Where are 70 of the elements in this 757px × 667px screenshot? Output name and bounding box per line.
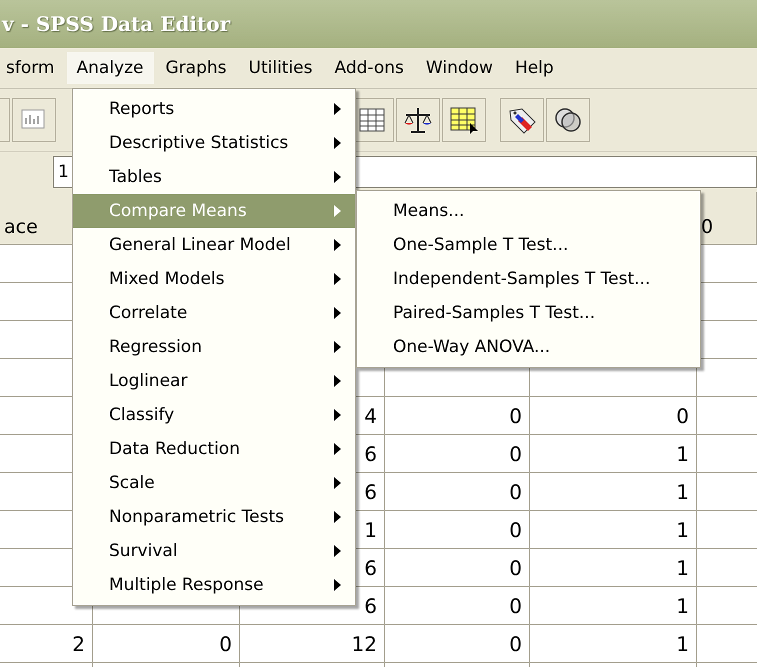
submenu-arrow-icon bbox=[334, 545, 341, 557]
menu-item[interactable]: Paired-Samples T Test... bbox=[357, 296, 700, 330]
submenu-arrow-icon bbox=[334, 409, 341, 421]
menu-item[interactable]: One-Way ANOVA... bbox=[357, 330, 700, 364]
submenu-arrow-icon bbox=[334, 103, 341, 115]
table-cell: 12 bbox=[352, 632, 377, 656]
table-cell: 0 bbox=[219, 632, 232, 656]
table-cell: 1 bbox=[676, 556, 689, 580]
menu-item[interactable]: Survival bbox=[73, 534, 355, 568]
submenu-arrow-icon bbox=[334, 273, 341, 285]
menu-item[interactable]: Mixed Models bbox=[73, 262, 355, 296]
table-button[interactable] bbox=[442, 98, 486, 142]
scale-button[interactable] bbox=[396, 98, 440, 142]
submenu-arrow-icon bbox=[334, 205, 341, 217]
table-cell: 6 bbox=[364, 594, 377, 618]
menu-item[interactable]: Means... bbox=[357, 194, 700, 228]
menu-item[interactable]: Window bbox=[416, 52, 503, 84]
menu-item[interactable]: Scale bbox=[73, 466, 355, 500]
menu-item[interactable]: One-Sample T Test... bbox=[357, 228, 700, 262]
submenu-arrow-icon bbox=[334, 137, 341, 149]
table-cell: 1 bbox=[676, 518, 689, 542]
table-cell: 4 bbox=[364, 404, 377, 428]
sets-button[interactable] bbox=[546, 98, 590, 142]
submenu-arrow-icon bbox=[334, 375, 341, 387]
menu-item[interactable]: Reports bbox=[73, 92, 355, 126]
submenu-arrow-icon bbox=[334, 239, 341, 251]
submenu-arrow-icon bbox=[334, 443, 341, 455]
label-button[interactable] bbox=[500, 98, 544, 142]
submenu-arrow-icon bbox=[334, 477, 341, 489]
table-cell: 0 bbox=[676, 404, 689, 428]
chart-button[interactable] bbox=[12, 98, 56, 142]
menu-item[interactable]: Classify bbox=[73, 398, 355, 432]
submenu-arrow-icon bbox=[334, 579, 341, 591]
menu-item[interactable]: Nonparametric Tests bbox=[73, 500, 355, 534]
submenu-arrow-icon bbox=[334, 511, 341, 523]
menu-item[interactable]: Regression bbox=[73, 330, 355, 364]
table-cell: 0 bbox=[509, 404, 522, 428]
menu-item[interactable]: Help bbox=[504, 52, 564, 84]
table-cell: 0 bbox=[509, 632, 522, 656]
chart-icon bbox=[21, 109, 47, 131]
table-cell: 0 bbox=[509, 594, 522, 618]
menu-item[interactable]: Correlate bbox=[73, 296, 355, 330]
menu-item[interactable]: Independent-Samples T Test... bbox=[357, 262, 700, 296]
table-cell: 1 bbox=[364, 518, 377, 542]
submenu-arrow-icon bbox=[334, 171, 341, 183]
menu-item[interactable]: Loglinear bbox=[73, 364, 355, 398]
table-cell: 6 bbox=[364, 442, 377, 466]
table-icon bbox=[448, 105, 480, 135]
table-cell: 6 bbox=[364, 480, 377, 504]
table-cell: 1 bbox=[676, 594, 689, 618]
menu-item[interactable]: sform bbox=[0, 52, 64, 84]
table-cell: 1 bbox=[676, 442, 689, 466]
table-cell: 0 bbox=[509, 556, 522, 580]
table-cell: 6 bbox=[364, 556, 377, 580]
table-cell: 0 bbox=[509, 518, 522, 542]
menu-item[interactable]: Utilities bbox=[238, 52, 322, 84]
table-cell: 2 bbox=[72, 632, 85, 656]
table-cell: 0 bbox=[509, 442, 522, 466]
submenu-arrow-icon bbox=[334, 341, 341, 353]
submenu-arrow-icon bbox=[334, 307, 341, 319]
table-cell: 0 bbox=[509, 480, 522, 504]
menu-item[interactable]: Analyze bbox=[66, 52, 154, 84]
menu-item[interactable]: Data Reduction bbox=[73, 432, 355, 466]
window-title: v - SPSS Data Editor bbox=[2, 12, 230, 36]
menu-item[interactable]: Graphs bbox=[156, 52, 237, 84]
table-cell: 1 bbox=[676, 480, 689, 504]
balance-scale-icon bbox=[402, 105, 434, 135]
table-cell: 1 bbox=[676, 632, 689, 656]
menu-item[interactable]: Multiple Response bbox=[73, 568, 355, 602]
menu-item[interactable]: Add-ons bbox=[324, 52, 414, 84]
